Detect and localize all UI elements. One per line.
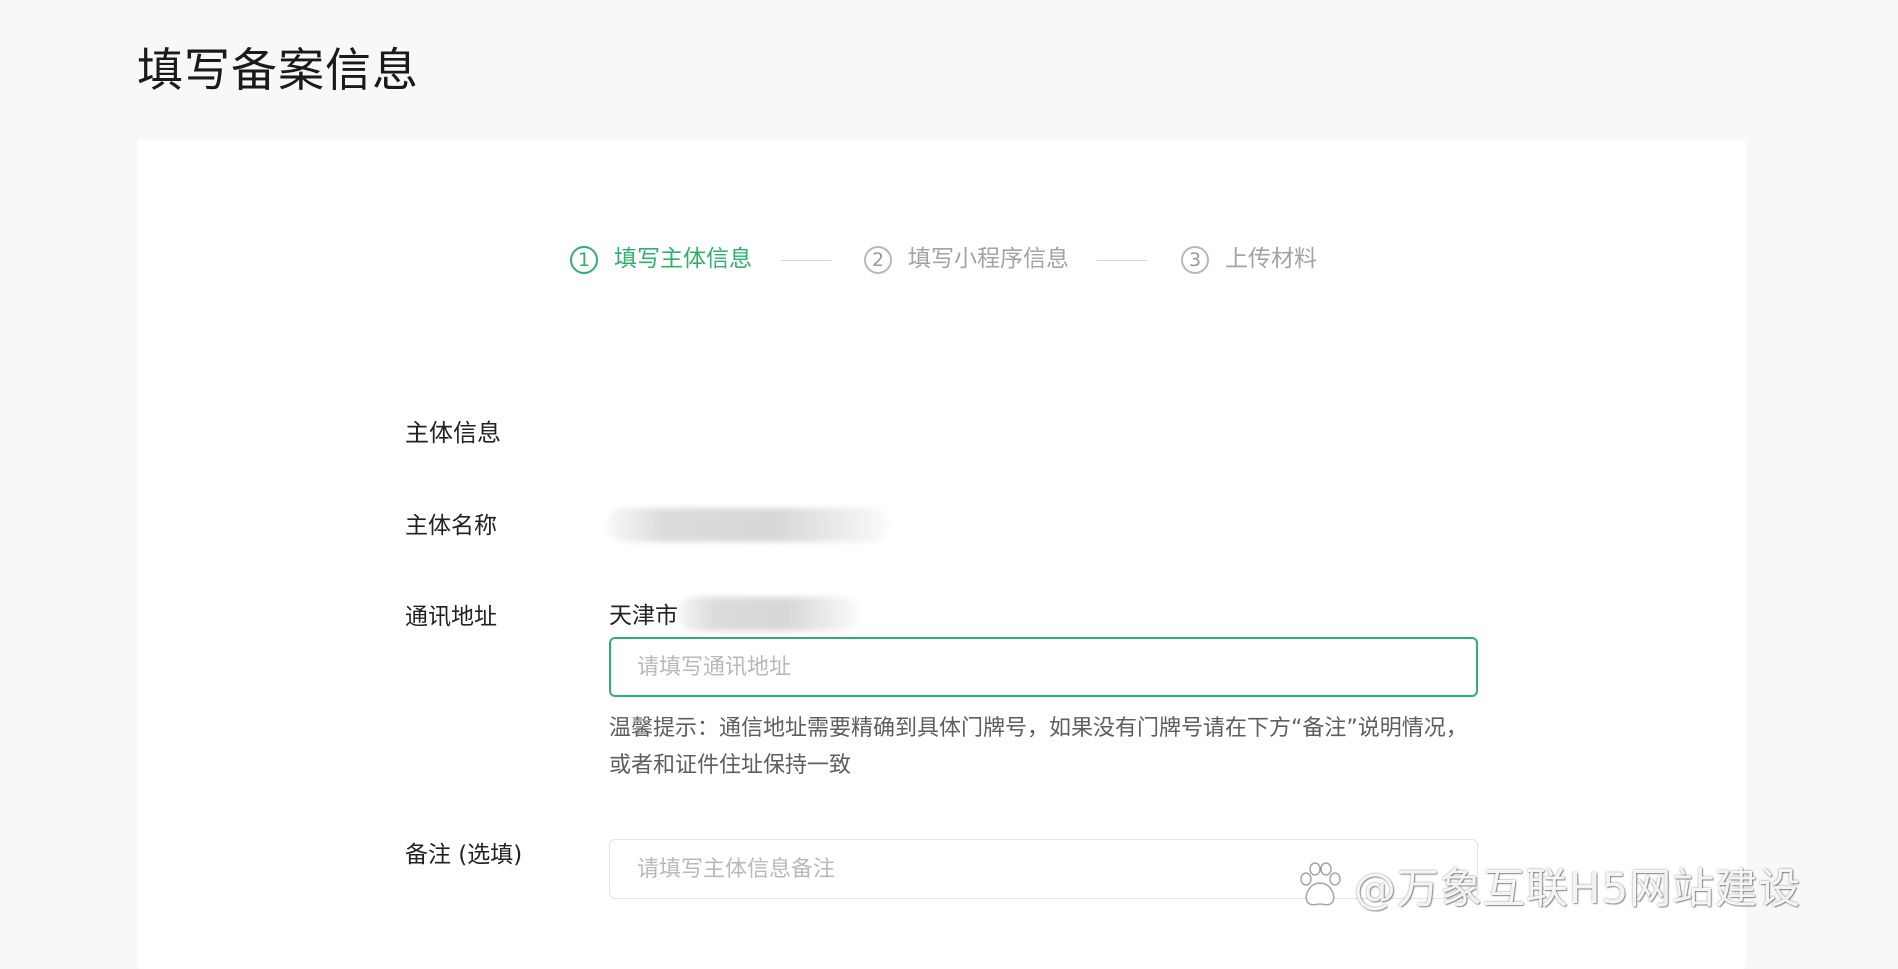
subject-name-value-redacted — [607, 508, 889, 542]
section-title: 主体信息 — [405, 419, 501, 447]
step-3-number-icon: 3 — [1181, 246, 1209, 274]
step-connector-2 — [1097, 260, 1147, 261]
address-hint: 温馨提示：通信地址需要精确到具体门牌号，如果没有门牌号请在下方“备注”说明情况，… — [609, 716, 1468, 778]
address-input[interactable] — [609, 637, 1478, 697]
watermark: @万象互联H5网站建设 — [1294, 856, 1801, 914]
baidu-paw-icon — [1300, 862, 1341, 906]
step-1-label: 填写主体信息 — [614, 246, 752, 272]
step-1-number-icon: 1 — [570, 246, 598, 274]
step-2-number-icon: 2 — [864, 246, 892, 274]
step-3-label: 上传材料 — [1225, 246, 1317, 272]
address-region-redacted — [677, 597, 859, 631]
address-region: 天津市 — [609, 603, 678, 629]
address-label: 通讯地址 — [405, 604, 497, 630]
step-connector-1 — [781, 260, 831, 261]
form-card: 1 填写主体信息 2 填写小程序信息 3 上传材料 主体信息 主体名称 通讯地址… — [137, 139, 1746, 969]
remark-label: 备注 (选填) — [405, 842, 523, 868]
watermark-text: @万象互联H5网站建设 — [1354, 863, 1802, 913]
page-title: 填写备案信息 — [137, 43, 419, 97]
step-2-label: 填写小程序信息 — [908, 246, 1069, 272]
subject-name-label: 主体名称 — [405, 513, 497, 539]
